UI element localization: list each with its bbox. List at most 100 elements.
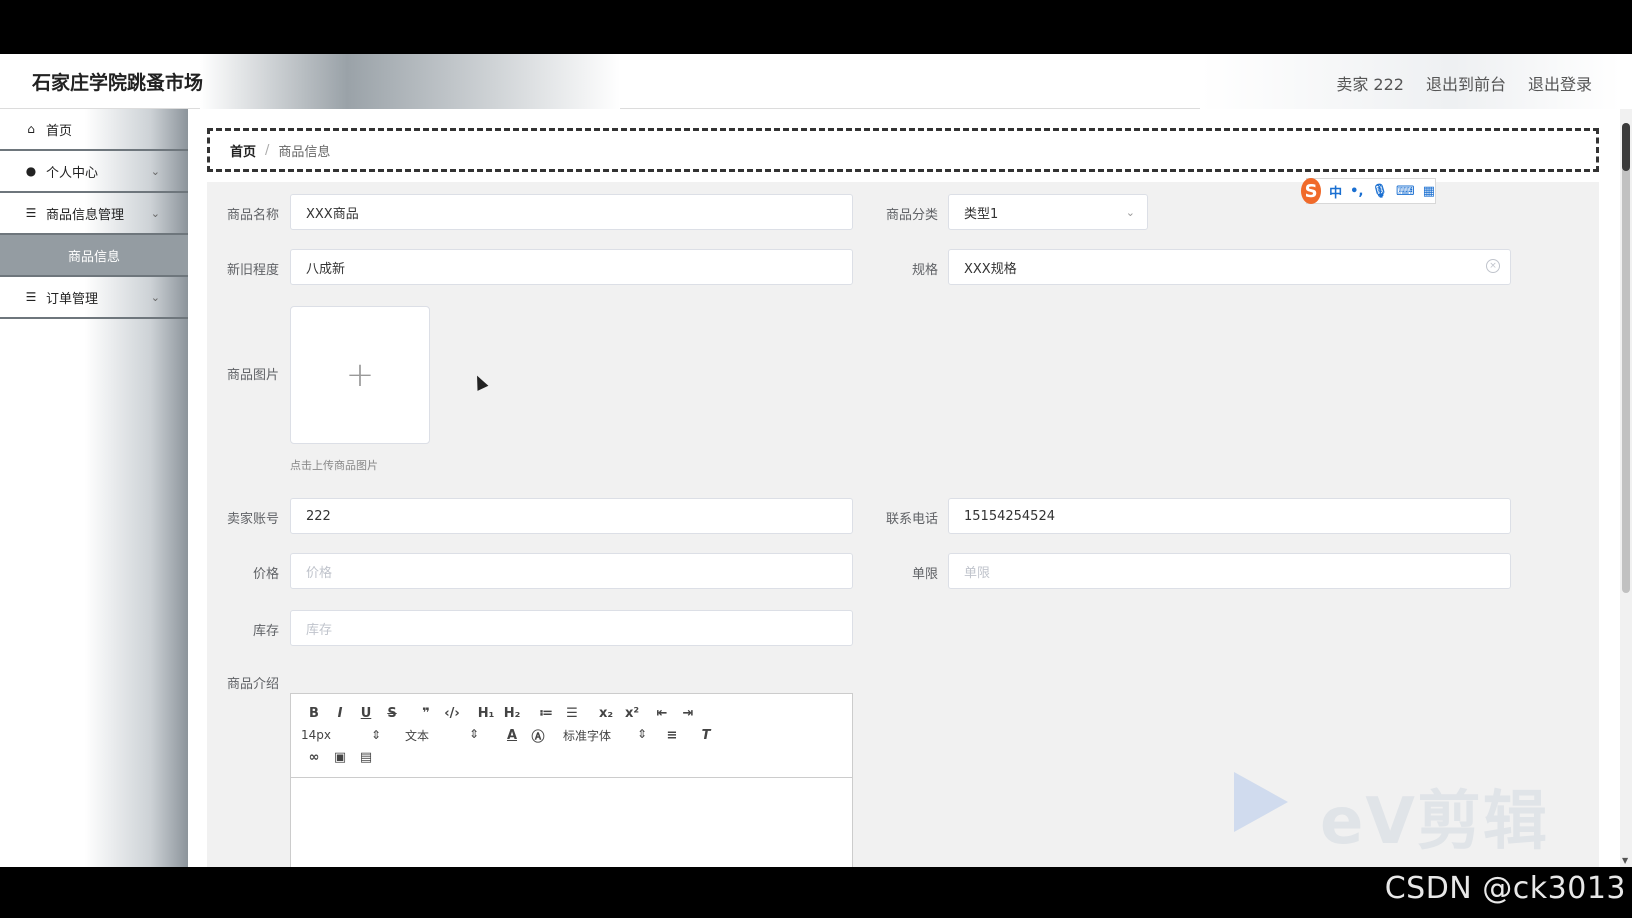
breadcrumb-separator: / bbox=[265, 142, 270, 158]
ime-punct-icon[interactable]: •, bbox=[1350, 184, 1363, 199]
outdent-button[interactable]: ⇤ bbox=[649, 706, 675, 721]
list-icon: ☰ bbox=[25, 206, 37, 220]
stock-input[interactable]: 库存 bbox=[290, 610, 853, 646]
indent-button[interactable]: ⇥ bbox=[675, 706, 701, 721]
underline-button[interactable]: U bbox=[353, 706, 379, 721]
code-button[interactable]: ‹/› bbox=[439, 706, 465, 721]
app-window: 石家庄学院跳蚤市场 卖家 222 退出到前台 退出登录 ⌂ 首页 ● 个人中心 … bbox=[0, 54, 1632, 867]
font-size-value: 14px bbox=[301, 728, 331, 742]
align-icon[interactable]: ≡ bbox=[659, 728, 685, 743]
ime-lang[interactable]: 中 bbox=[1329, 182, 1342, 201]
seller-input[interactable]: 222 bbox=[290, 498, 853, 534]
upload-tip: 点击上传商品图片 bbox=[290, 459, 378, 472]
phone-input[interactable]: 15154254524 bbox=[948, 498, 1511, 534]
scroll-down-icon[interactable]: ▼ bbox=[1622, 856, 1628, 865]
intro-label: 商品介绍 bbox=[226, 677, 279, 692]
category-select[interactable]: 类型1 ⌄ bbox=[948, 194, 1148, 230]
subscript-button[interactable]: x₂ bbox=[593, 706, 619, 721]
goods-form: 商品名称 XXX商品 商品分类 类型1 ⌄ 新旧程度 八成新 规格 XXX规格 … bbox=[207, 182, 1599, 867]
chevron-down-icon: ⌄ bbox=[150, 290, 160, 304]
sidebar-item-goods-management[interactable]: ☰ 商品信息管理 ⌄ bbox=[0, 193, 188, 235]
link-icon[interactable]: ∞ bbox=[301, 750, 327, 765]
bold-button[interactable]: B bbox=[301, 706, 327, 721]
toolbar-row-3: ∞ ▣ ▤ bbox=[301, 746, 842, 768]
ime-toolbar[interactable]: S 中 •, 🎙 ⌨ ▦ bbox=[1301, 178, 1436, 204]
quote-button[interactable]: ❞ bbox=[413, 706, 439, 721]
sidebar-item-order-management[interactable]: ☰ 订单管理 ⌄ bbox=[0, 277, 188, 319]
scroll-thumb-active[interactable] bbox=[1622, 123, 1630, 171]
name-label: 商品名称 bbox=[226, 208, 279, 223]
sidebar-subitem-goods-info[interactable]: 商品信息 bbox=[0, 235, 188, 277]
sidebar-item-label: 商品信息管理 bbox=[46, 207, 125, 223]
header-gradient bbox=[200, 54, 620, 109]
apps-icon[interactable]: ▦ bbox=[1423, 184, 1435, 199]
h1-button[interactable]: H₁ bbox=[473, 706, 499, 721]
toolbar-row-2: 14px ⇕ 文本 ⇕ A Ⓐ 标准字体 ⇕ ≡ T bbox=[301, 724, 842, 746]
scroll-thumb[interactable] bbox=[1622, 123, 1630, 593]
strike-button[interactable]: S bbox=[379, 706, 405, 721]
limit-input[interactable]: 单限 bbox=[948, 553, 1511, 589]
h2-button[interactable]: H₂ bbox=[499, 706, 525, 721]
csdn-watermark: CSDN @ck3013 bbox=[1384, 871, 1626, 906]
breadcrumb-current: 商品信息 bbox=[278, 144, 331, 160]
image-upload[interactable]: + bbox=[290, 306, 430, 444]
font-family-select[interactable]: 标准字体 ⇕ bbox=[563, 727, 647, 744]
superscript-button[interactable]: x² bbox=[619, 706, 645, 721]
text-type-value: 文本 bbox=[405, 728, 430, 743]
sidebar-item-home[interactable]: ⌂ 首页 bbox=[0, 109, 188, 151]
video-icon[interactable]: ▤ bbox=[353, 750, 379, 765]
sidebar-item-label: 订单管理 bbox=[46, 291, 99, 307]
category-label: 商品分类 bbox=[885, 208, 938, 223]
phone-label: 联系电话 bbox=[885, 512, 938, 527]
page-scrollbar[interactable]: ▼ bbox=[1620, 109, 1632, 867]
editor-toolbar: B I U S ❞ ‹/› H₁ H₂ ≔ ☰ x₂ x² ⇤ ⇥ 14px ⇕… bbox=[291, 694, 852, 778]
logout-link[interactable]: 退出登录 bbox=[1528, 71, 1592, 95]
chevron-down-icon: ⌄ bbox=[1125, 206, 1135, 219]
user-icon: ● bbox=[25, 164, 37, 178]
breadcrumb: 首页 / 商品信息 bbox=[207, 128, 1599, 172]
video-top-bar bbox=[0, 0, 1632, 54]
ev-play-icon bbox=[1234, 772, 1288, 832]
clear-icon[interactable]: × bbox=[1486, 259, 1500, 273]
sidebar: ⌂ 首页 ● 个人中心 ⌄ ☰ 商品信息管理 ⌄ 商品信息 ☰ 订单管理 ⌄ bbox=[0, 109, 188, 867]
price-label: 价格 bbox=[252, 567, 279, 582]
category-value: 类型1 bbox=[964, 206, 999, 222]
rich-text-editor[interactable]: B I U S ❞ ‹/› H₁ H₂ ≔ ☰ x₂ x² ⇤ ⇥ 14px ⇕… bbox=[290, 693, 853, 867]
chevron-down-icon: ⌄ bbox=[150, 164, 160, 178]
back-to-front-link[interactable]: 退出到前台 bbox=[1426, 71, 1506, 95]
header-actions: 卖家 222 退出到前台 退出登录 bbox=[1336, 71, 1592, 95]
ordered-list-button[interactable]: ≔ bbox=[533, 706, 559, 721]
font-family-value: 标准字体 bbox=[563, 728, 612, 743]
list-icon: ☰ bbox=[25, 290, 37, 304]
text-type-select[interactable]: 文本 ⇕ bbox=[405, 727, 479, 744]
sidebar-item-personal-center[interactable]: ● 个人中心 ⌄ bbox=[0, 151, 188, 193]
select-arrow-icon: ⇕ bbox=[636, 726, 647, 741]
spec-input[interactable]: XXX规格 × bbox=[948, 249, 1511, 285]
keyboard-icon[interactable]: ⌨ bbox=[1396, 184, 1415, 199]
name-input[interactable]: XXX商品 bbox=[290, 194, 853, 230]
ev-watermark: eV剪辑 bbox=[1320, 785, 1549, 859]
condition-input[interactable]: 八成新 bbox=[290, 249, 853, 285]
clear-format-icon[interactable]: T bbox=[693, 728, 719, 743]
font-size-select[interactable]: 14px ⇕ bbox=[301, 728, 381, 742]
sidebar-item-label: 个人中心 bbox=[46, 165, 99, 181]
current-user: 卖家 222 bbox=[1336, 75, 1404, 94]
breadcrumb-home[interactable]: 首页 bbox=[230, 141, 256, 160]
image-icon[interactable]: ▣ bbox=[327, 750, 353, 765]
main-content: 首页 / 商品信息 商品名称 XXX商品 商品分类 类型1 ⌄ 新旧程度 八成新… bbox=[188, 109, 1620, 867]
bullet-list-button[interactable]: ☰ bbox=[559, 706, 585, 721]
sidebar-item-label: 首页 bbox=[46, 123, 73, 139]
select-arrow-icon: ⇕ bbox=[468, 726, 479, 741]
price-input[interactable]: 价格 bbox=[290, 553, 853, 589]
font-color-icon[interactable]: A bbox=[499, 728, 525, 743]
stock-label: 库存 bbox=[252, 624, 279, 639]
sogou-logo-icon: S bbox=[1301, 178, 1322, 204]
toolbar-row-1: B I U S ❞ ‹/› H₁ H₂ ≔ ☰ x₂ x² ⇤ ⇥ bbox=[301, 702, 842, 724]
italic-button[interactable]: I bbox=[327, 706, 353, 721]
app-title: 石家庄学院跳蚤市场 bbox=[32, 72, 204, 94]
background-color-icon[interactable]: Ⓐ bbox=[525, 726, 551, 745]
spec-label: 规格 bbox=[911, 263, 938, 278]
microphone-icon[interactable]: 🎙 bbox=[1371, 184, 1388, 199]
image-label: 商品图片 bbox=[226, 368, 279, 383]
home-icon: ⌂ bbox=[27, 122, 35, 136]
